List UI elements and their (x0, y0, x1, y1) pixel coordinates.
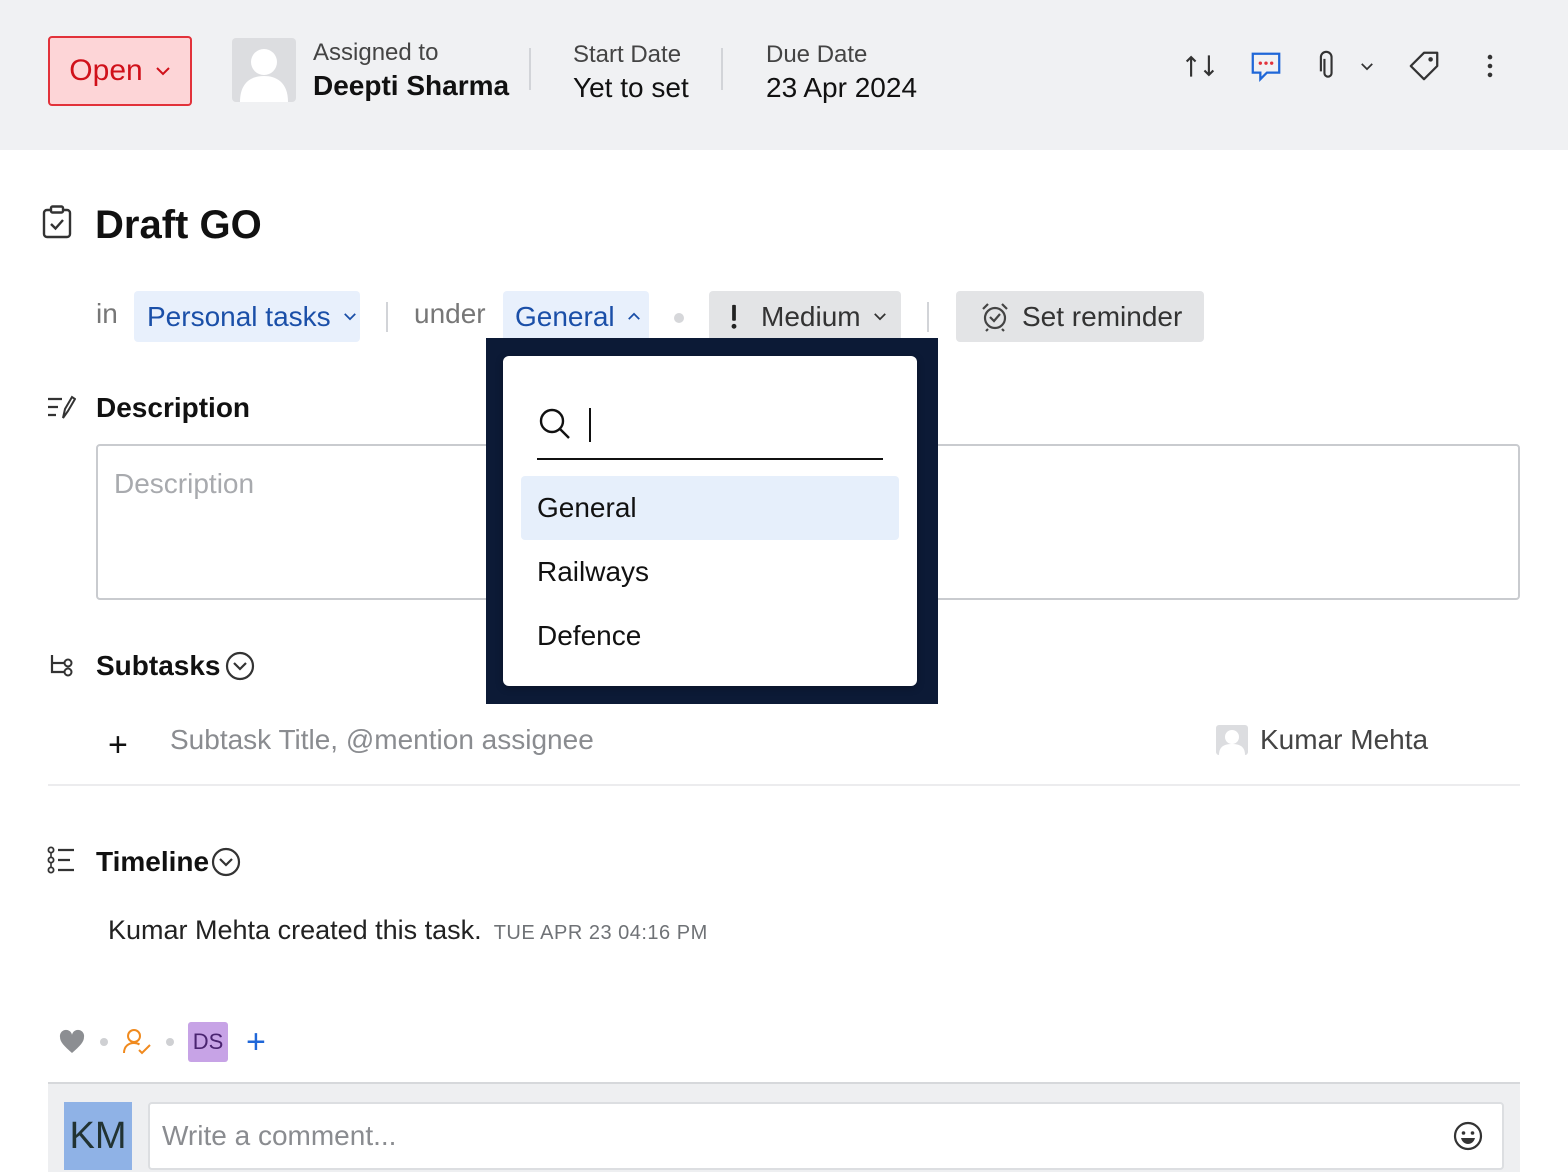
comment-placeholder: Write a comment... (162, 1120, 397, 1151)
heart-icon[interactable] (58, 1029, 86, 1055)
tasklist-name: General (515, 300, 615, 332)
search-icon (539, 408, 570, 439)
description-title: Description (96, 392, 251, 423)
comment-icon[interactable] (1248, 48, 1284, 84)
subtasks-title: Subtasks (96, 650, 221, 681)
due-date-value: 23 Apr 2024 (766, 72, 918, 103)
chevron-up-icon (627, 312, 640, 320)
subtasks-icon (50, 655, 73, 677)
emoji-icon[interactable] (1452, 1120, 1484, 1152)
priority-exclamation-icon (731, 304, 737, 329)
more-icon[interactable] (1472, 48, 1508, 84)
swap-icon[interactable] (1182, 48, 1218, 84)
subtask-add-row: + Subtask Title, @mention assignee Kumar… (48, 712, 1520, 786)
current-user-avatar: KM (64, 1102, 132, 1170)
task-header: Open Assigned to Deepti Sharma Start Dat… (0, 0, 1568, 150)
in-label: in (96, 298, 118, 329)
separator-dot (674, 313, 684, 323)
subtask-assignee[interactable]: Kumar Mehta (1216, 724, 1428, 756)
follower-avatar[interactable]: DS (188, 1022, 228, 1062)
assignee-block[interactable]: Assigned to Deepti Sharma (313, 38, 509, 104)
priority-label: Medium (761, 300, 861, 332)
chevron-down-icon (343, 313, 356, 321)
attachment-icon[interactable] (1310, 48, 1346, 84)
dropdown-option-railways[interactable]: Railways (521, 540, 899, 604)
assignee-name: Deepti Sharma (313, 70, 510, 101)
chevron-down-icon (873, 313, 886, 321)
due-date-block[interactable]: Due Date 23 Apr 2024 (766, 40, 917, 106)
dropdown-option-defence[interactable]: Defence (521, 604, 899, 668)
timeline-title: Timeline (96, 846, 210, 877)
assignee-avatar[interactable] (232, 38, 296, 102)
divider (927, 302, 929, 332)
tasklist-dropdown[interactable]: General (503, 291, 649, 342)
dropdown-option-general[interactable]: General (521, 476, 899, 540)
divider (529, 48, 531, 90)
set-reminder-button[interactable]: Set reminder (956, 291, 1204, 342)
under-label: under (414, 298, 486, 329)
description-placeholder: Description (114, 468, 255, 499)
alarm-clock-icon (982, 302, 1008, 332)
chevron-down-icon (155, 67, 170, 76)
timeline-actor[interactable]: Kumar Mehta (108, 915, 270, 945)
task-title[interactable]: Draft GO (95, 200, 262, 250)
tag-icon[interactable] (1406, 48, 1442, 84)
timeline-action: created this task. (270, 915, 482, 945)
priority-dropdown[interactable]: Medium (709, 291, 901, 342)
separator-dot (166, 1038, 174, 1046)
reaction-row: DS + (58, 1022, 266, 1062)
due-date-label: Due Date (766, 41, 868, 68)
chevron-down-icon[interactable] (1352, 48, 1382, 84)
project-name: Personal tasks (147, 300, 331, 332)
separator-dot (100, 1038, 108, 1046)
timeline-timestamp: TUE APR 23 04:16 PM (493, 922, 708, 944)
subtask-assignee-name: Kumar Mehta (1260, 724, 1429, 755)
user-placeholder-icon (240, 49, 288, 102)
follower-check-icon[interactable] (122, 1027, 152, 1057)
dropdown-search-field[interactable] (537, 402, 883, 460)
comment-bar: KM Write a comment... (48, 1082, 1520, 1172)
subtasks-toggle-icon[interactable] (225, 651, 255, 681)
status-label: Open (69, 54, 143, 87)
tasklist-dropdown-menu: General Railways Defence (503, 356, 917, 686)
divider (721, 48, 723, 90)
project-dropdown[interactable]: Personal tasks (134, 291, 360, 342)
text-cursor (589, 408, 591, 442)
comment-input[interactable]: Write a comment... (148, 1102, 1504, 1170)
timeline-icon (47, 846, 74, 874)
start-date-value: Yet to set (573, 72, 689, 103)
start-date-label: Start Date (573, 41, 682, 68)
start-date-block[interactable]: Start Date Yet to set (573, 40, 689, 106)
set-reminder-label: Set reminder (1022, 300, 1183, 332)
add-subtask-plus-icon[interactable]: + (108, 726, 128, 765)
subtask-title-input[interactable]: Subtask Title, @mention assignee (170, 724, 594, 756)
user-placeholder-icon (1216, 725, 1248, 755)
divider (386, 302, 388, 332)
description-icon (48, 395, 76, 419)
assigned-to-label: Assigned to (313, 39, 439, 66)
add-follower-plus-icon[interactable]: + (246, 1025, 266, 1059)
status-dropdown-button[interactable]: Open (48, 36, 192, 106)
task-checklist-icon (42, 205, 72, 239)
timeline-entry: Kumar Mehta created this task. TUE APR 23… (108, 912, 708, 951)
timeline-toggle-icon[interactable] (211, 847, 241, 877)
